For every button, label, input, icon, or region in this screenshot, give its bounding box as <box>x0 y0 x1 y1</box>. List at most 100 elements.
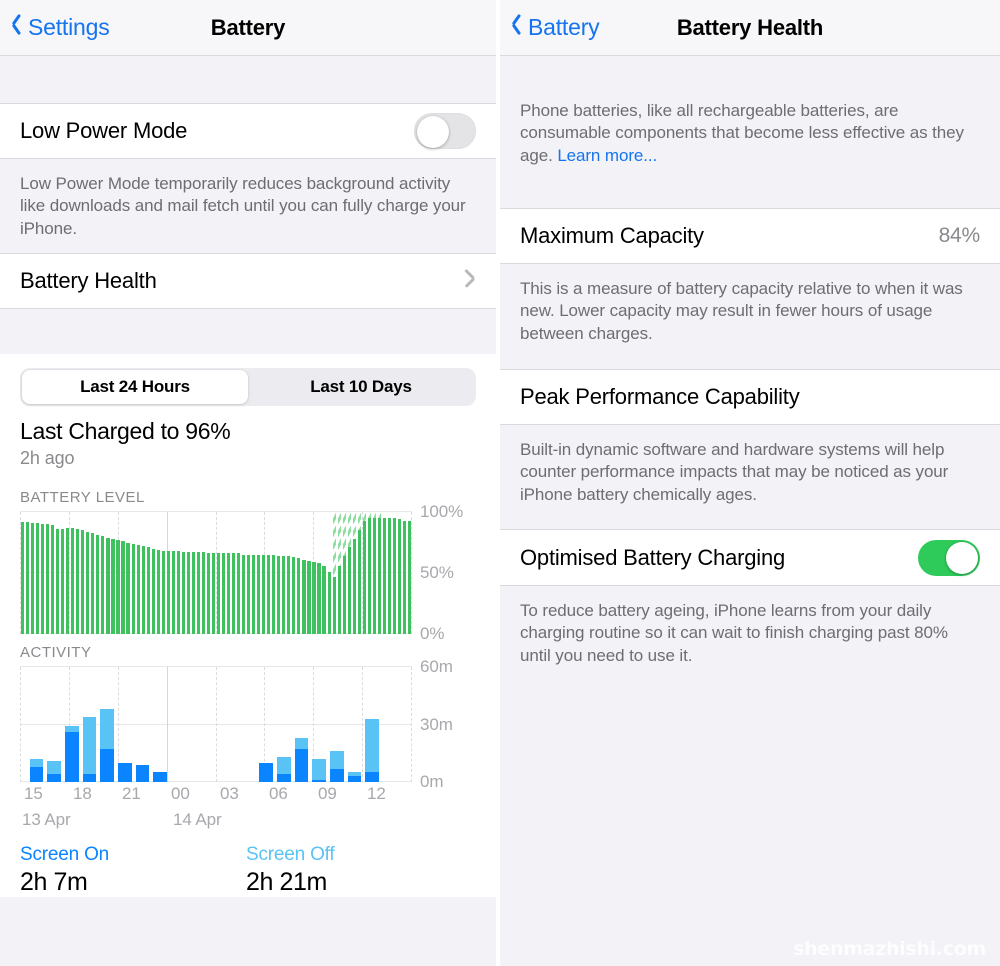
activity-screen-on-segment <box>347 776 362 782</box>
low-power-mode-row[interactable]: Low Power Mode <box>0 103 496 159</box>
screen-off-value: 2h 21m <box>246 868 327 896</box>
battery-level-bar <box>181 552 185 634</box>
peak-performance-row[interactable]: Peak Performance Capability <box>500 369 1000 425</box>
segment-last-10-days[interactable]: Last 10 Days <box>248 370 474 404</box>
battery-level-bar <box>146 547 150 634</box>
last-charged-subtitle: 2h ago <box>20 448 75 468</box>
usage-totals: Screen On 2h 7m Screen Off 2h 21m <box>0 836 496 897</box>
battery-level-bar <box>382 518 386 634</box>
activity-screen-on-segment <box>294 749 309 782</box>
maximum-capacity-footnote: This is a measure of battery capacity re… <box>500 264 1000 369</box>
y-axis-tick-label: 0% <box>420 624 445 643</box>
battery-level-bar <box>247 554 251 634</box>
battery-level-bar <box>31 522 35 634</box>
battery-level-bar <box>116 540 120 634</box>
battery-intro-footnote: Phone batteries, like all rechargeable b… <box>500 100 1000 180</box>
low-power-mode-footnote: Low Power Mode temporarily reduces backg… <box>0 159 496 253</box>
back-to-settings-button[interactable]: Settings <box>12 14 110 41</box>
battery-level-bar <box>96 535 100 634</box>
battery-level-bar <box>126 542 130 634</box>
screen-on-value: 2h 7m <box>20 868 88 896</box>
vertical-gridline <box>216 667 217 782</box>
chevron-left-icon <box>512 18 523 37</box>
back-to-battery-button[interactable]: Battery <box>512 14 600 41</box>
battery-health-row[interactable]: Battery Health <box>0 253 496 309</box>
optimised-battery-charging-footnote: To reduce battery ageing, iPhone learns … <box>500 586 1000 692</box>
battery-level-bar <box>186 552 190 634</box>
battery-level-bar <box>287 555 291 634</box>
x-axis-tick-label: 09 <box>318 784 337 803</box>
activity-bar <box>276 757 291 782</box>
day-label: 13 Apr <box>22 810 71 829</box>
back-button-label: Battery <box>528 14 600 40</box>
x-axis-tick-label: 06 <box>269 784 288 803</box>
activity-screen-on-segment <box>135 764 150 782</box>
battery-level-bar <box>272 554 276 634</box>
left-navigation-bar: Settings Battery <box>0 0 496 56</box>
activity-screen-on-segment <box>312 780 326 782</box>
activity-screen-on-segment <box>276 774 291 782</box>
chevron-right-icon <box>464 271 476 291</box>
battery-level-bar <box>377 518 381 634</box>
battery-level-bar <box>106 537 110 634</box>
vertical-gridline <box>20 667 21 782</box>
activity-bar <box>312 759 326 782</box>
back-button-label: Settings <box>28 14 110 40</box>
battery-level-bar <box>242 554 246 634</box>
battery-level-bar <box>367 518 371 634</box>
activity-screen-on-segment <box>118 762 132 782</box>
activity-y-axis: 0m 30m 60m <box>412 657 480 791</box>
activity-screen-on-segment <box>153 772 168 782</box>
battery-level-bar <box>131 543 135 634</box>
dual-screenshot: Settings Battery Low Power Mode Low Powe… <box>0 0 1000 966</box>
battery-level-bar <box>407 520 412 634</box>
activity-screen-off-segment <box>29 759 44 767</box>
activity-bar <box>259 762 274 782</box>
activity-screen-on-segment <box>82 774 97 782</box>
low-power-mode-toggle[interactable] <box>414 113 476 149</box>
optimised-battery-charging-row[interactable]: Optimised Battery Charging <box>500 529 1000 586</box>
segment-last-24-hours[interactable]: Last 24 Hours <box>22 370 248 404</box>
battery-health-label: Battery Health <box>20 268 157 293</box>
battery-health-screen: Battery Battery Health Phone batteries, … <box>500 0 1000 966</box>
activity-bar <box>294 737 309 782</box>
optimised-battery-charging-label: Optimised Battery Charging <box>520 544 786 570</box>
battery-level-bar <box>327 571 331 634</box>
battery-level-bar <box>25 521 30 634</box>
intro-gap <box>500 180 1000 208</box>
y-axis-tick-label: 0m <box>420 772 444 791</box>
activity-bar <box>347 772 362 782</box>
battery-level-bar <box>111 538 115 634</box>
x-axis-tick-label: 12 <box>367 784 386 803</box>
battery-level-bar <box>347 547 351 634</box>
activity-screen-off-segment <box>276 757 291 775</box>
battery-level-bar <box>262 554 266 634</box>
battery-level-plot <box>20 511 412 634</box>
activity-screen-on-segment <box>259 762 274 782</box>
battery-level-bar <box>372 518 376 634</box>
site-watermark: shenmazhishi.com <box>793 938 986 960</box>
activity-screen-on-segment <box>329 768 344 782</box>
activity-bar <box>47 760 62 782</box>
battery-level-y-axis: 0% 50% 100% <box>412 502 480 643</box>
battery-level-bar <box>41 524 45 634</box>
optimised-battery-charging-toggle[interactable] <box>918 539 980 576</box>
battery-level-bar <box>267 554 271 634</box>
activity-chart-block: ACTIVITY 15 18 21 00 03 06 09 12 13 Apr 14 Apr 0… <box>0 634 496 836</box>
maximum-capacity-value: 84% <box>938 224 981 247</box>
activity-bar <box>118 762 132 782</box>
battery-level-bar <box>91 532 95 634</box>
learn-more-link[interactable]: Learn more... <box>557 146 657 165</box>
battery-level-bar <box>216 553 221 634</box>
screen-off-label: Screen Off <box>246 844 335 865</box>
activity-bar <box>365 718 379 782</box>
day-label: 14 Apr <box>173 810 222 829</box>
activity-screen-on-segment <box>100 749 115 782</box>
time-range-segmented-control[interactable]: Last 24 Hours Last 10 Days <box>20 368 476 406</box>
battery-settings-screen: Settings Battery Low Power Mode Low Powe… <box>0 0 500 966</box>
battery-level-chart-block: BATTERY LEVEL 0% 50% 100% <box>0 479 496 643</box>
battery-level-bar <box>101 536 105 634</box>
maximum-capacity-label: Maximum Capacity <box>520 223 704 248</box>
battery-level-bar <box>136 544 140 634</box>
battery-level-bar <box>317 563 321 634</box>
